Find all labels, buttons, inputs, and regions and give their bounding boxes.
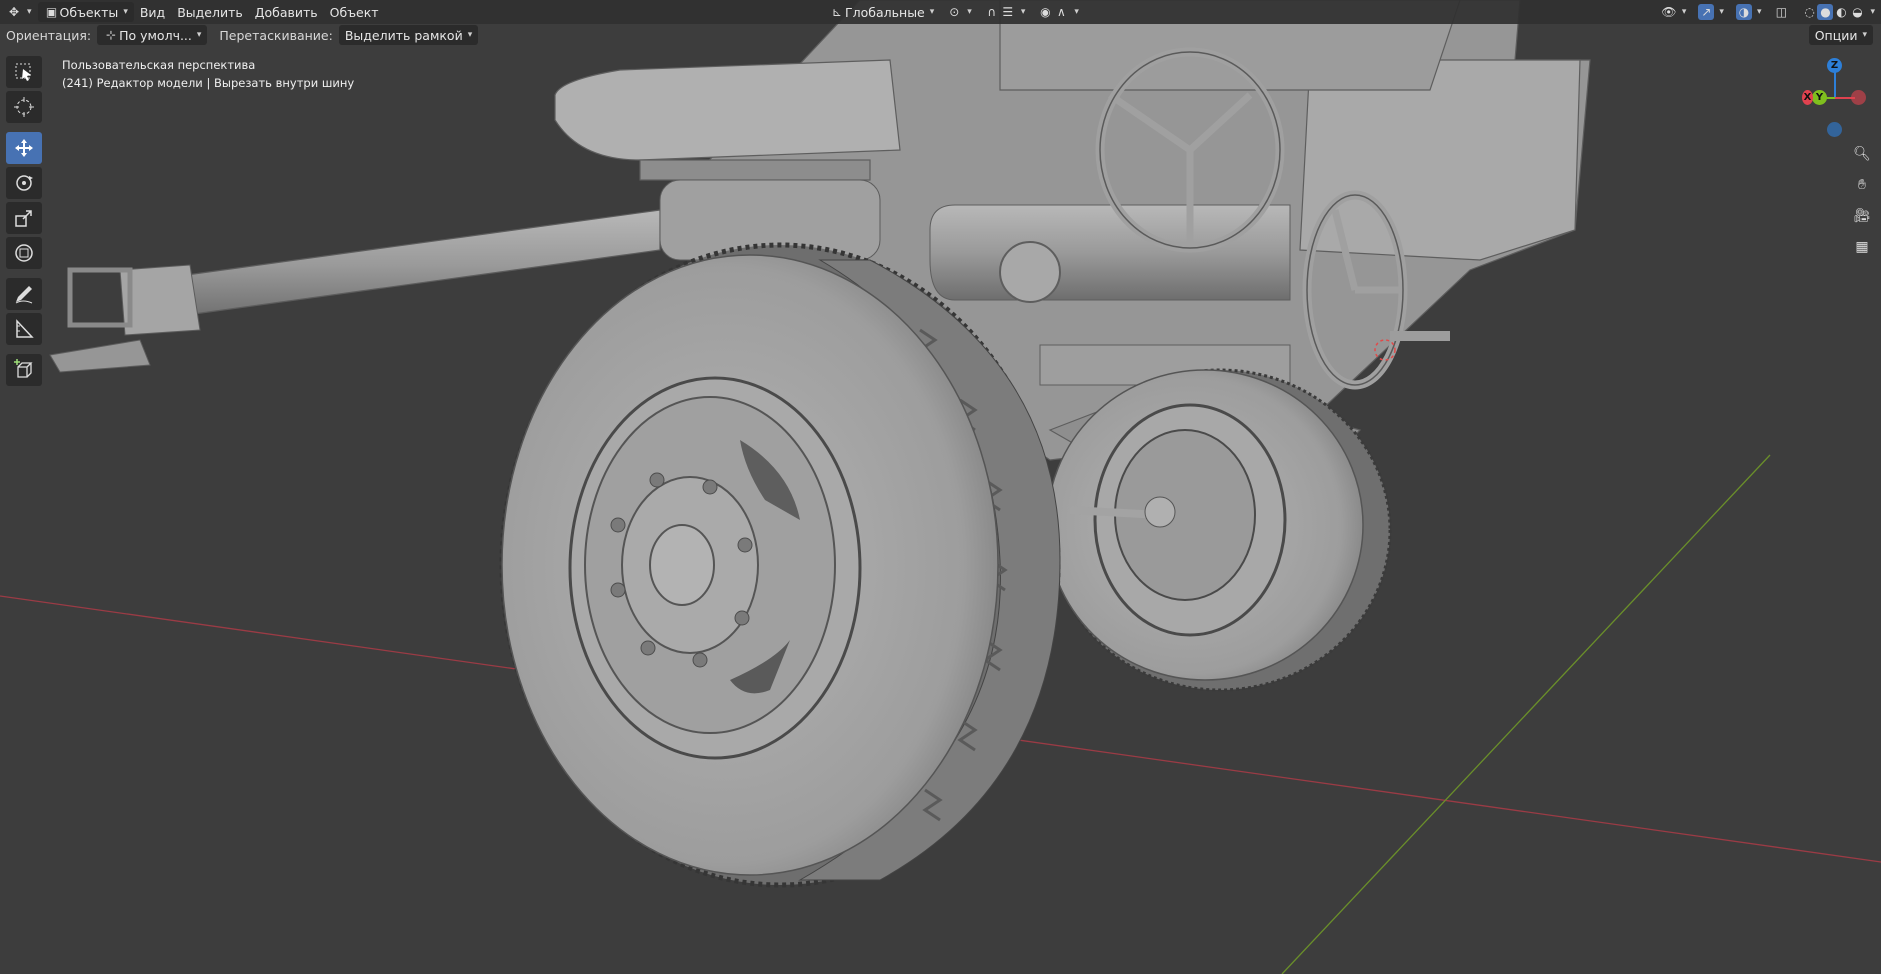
magnet-icon: ∩ <box>987 5 997 19</box>
transform-orientation-label: Глобальные <box>845 4 925 20</box>
3d-viewport[interactable] <box>0 0 1881 974</box>
wireframe-shading-icon: ◌ <box>1804 5 1815 19</box>
move-icon <box>15 139 33 157</box>
gizmo-neg-x-axis[interactable] <box>1851 90 1866 105</box>
annotate-tool[interactable] <box>6 278 42 310</box>
gizmo-toggle[interactable]: ↗ ▾ <box>1692 2 1730 22</box>
xray-toggle[interactable]: ◫ <box>1767 2 1795 22</box>
wheel-front <box>499 242 1061 888</box>
transform-tool[interactable] <box>6 237 42 269</box>
eye-icon: 👁 <box>1661 5 1677 19</box>
gizmo-icon: ↗ <box>1698 4 1715 20</box>
scale-tool[interactable] <box>6 202 42 234</box>
gizmo-y-axis[interactable]: Y <box>1812 90 1827 105</box>
shading-modes[interactable]: ◌ ● ◐ ◒ ▾ <box>1795 2 1881 22</box>
falloff-icon: ∧ <box>1056 5 1066 19</box>
menu-object[interactable]: Объект <box>324 2 385 22</box>
ortho-toggle-button[interactable]: ▦ <box>1848 233 1876 261</box>
zoom-button[interactable]: 🔍︎ <box>1848 140 1876 168</box>
wheel-rear <box>1046 368 1392 692</box>
camera-view-button[interactable]: 🎥︎ <box>1848 202 1876 230</box>
link-icon: ⊙ <box>949 5 960 19</box>
orientation-icon: ⊹ <box>106 28 117 42</box>
proportional-icon: ◉ <box>1040 5 1051 19</box>
tool-shelf <box>6 56 44 389</box>
select-box-icon <box>15 63 31 81</box>
menu-view[interactable]: Вид <box>134 2 171 22</box>
material-shading-icon: ◐ <box>1836 5 1847 19</box>
transform-gizmo-icon: ✥ <box>8 5 20 19</box>
view-name: Пользовательская перспектива <box>62 58 256 72</box>
pencil-icon <box>15 286 33 304</box>
pivot-button[interactable]: ⊙ ▾ <box>940 2 978 22</box>
measure-tool[interactable] <box>6 313 42 345</box>
mode-dropdown[interactable]: ▣ Объекты ▾ <box>37 2 134 22</box>
rotate-tool[interactable] <box>6 167 42 199</box>
orientation-dropdown[interactable]: ⊹ По умолч... ▾ <box>97 25 208 45</box>
overlay-icon: ◑ <box>1735 4 1752 20</box>
move-tool[interactable] <box>6 132 42 164</box>
solid-shading-icon: ● <box>1817 4 1834 20</box>
orientation-value: По умолч... <box>119 27 192 43</box>
transform-orientation-dropdown[interactable]: ⊾ Глобальные ▾ <box>823 2 940 22</box>
transform-icon <box>15 244 33 262</box>
navigation-gizmo[interactable]: Z Y X <box>1795 58 1875 138</box>
menu-select[interactable]: Выделить <box>171 2 249 22</box>
options-dropdown[interactable]: Опции ▾ <box>1808 25 1873 45</box>
navigation-buttons: 🔍︎ ✋︎ 🎥︎ ▦ <box>1848 140 1878 264</box>
axle-tube <box>929 204 1291 301</box>
ruler-icon <box>16 319 34 338</box>
xray-icon: ◫ <box>1775 5 1788 19</box>
add-cube-tool[interactable] <box>6 354 42 386</box>
cursor-icon <box>14 97 34 117</box>
hand-icon: ✋︎ <box>1858 177 1866 193</box>
axes-icon: ⊾ <box>832 5 843 19</box>
scene-render[interactable] <box>0 0 1881 974</box>
tool-settings-bar: Ориентация: ⊹ По умолч... ▾ Перетаскивани… <box>0 24 1881 46</box>
snap-button[interactable]: ∩ ☰ ▾ <box>978 2 1032 22</box>
barrel <box>149 209 661 321</box>
drag-dropdown[interactable]: Выделить рамкой ▾ <box>338 25 479 45</box>
drag-value: Выделить рамкой <box>344 27 463 43</box>
camera-icon: 🎥︎ <box>1853 208 1871 224</box>
viewport-info: Пользовательская перспектива (241) Редак… <box>62 56 354 92</box>
visibility-button[interactable]: 👁 ▾ <box>1655 2 1693 22</box>
menu-add[interactable]: Добавить <box>249 2 324 22</box>
zoom-icon: 🔍︎ <box>1853 146 1871 162</box>
mode-label: Объекты <box>59 4 119 20</box>
rendered-shading-icon: ◒ <box>1852 5 1863 19</box>
gizmo-z-axis[interactable]: Z <box>1827 58 1842 73</box>
gizmo-neg-z-axis[interactable] <box>1827 122 1842 137</box>
orientation-label: Ориентация: <box>6 27 92 43</box>
cursor-tool[interactable] <box>6 91 42 123</box>
grid-icon: ▦ <box>1855 239 1869 255</box>
snap-increment-icon: ☰ <box>1002 5 1014 19</box>
pan-button[interactable]: ✋︎ <box>1848 171 1876 199</box>
rotate-icon <box>16 175 33 191</box>
viewport-header: ✥ ▾ ▣ Объекты ▾ Вид Выделить Добавить Объе… <box>0 0 1881 24</box>
gizmo-x-axis[interactable]: X <box>1802 90 1813 105</box>
object-mode-icon: ▣ <box>45 5 58 19</box>
proportional-edit-button[interactable]: ◉ ∧ ▾ <box>1031 2 1085 22</box>
add-cube-icon <box>14 359 33 378</box>
overlay-toggle[interactable]: ◑ ▾ <box>1730 2 1768 22</box>
options-label: Опции <box>1814 27 1858 43</box>
editor-type-button[interactable]: ✥ ▾ <box>0 2 38 22</box>
object-info: (241) Редактор модели | Вырезать внутри … <box>62 76 355 90</box>
drag-label: Перетаскивание: <box>219 27 333 43</box>
scale-icon <box>15 210 32 227</box>
select-box-tool[interactable] <box>6 56 42 88</box>
